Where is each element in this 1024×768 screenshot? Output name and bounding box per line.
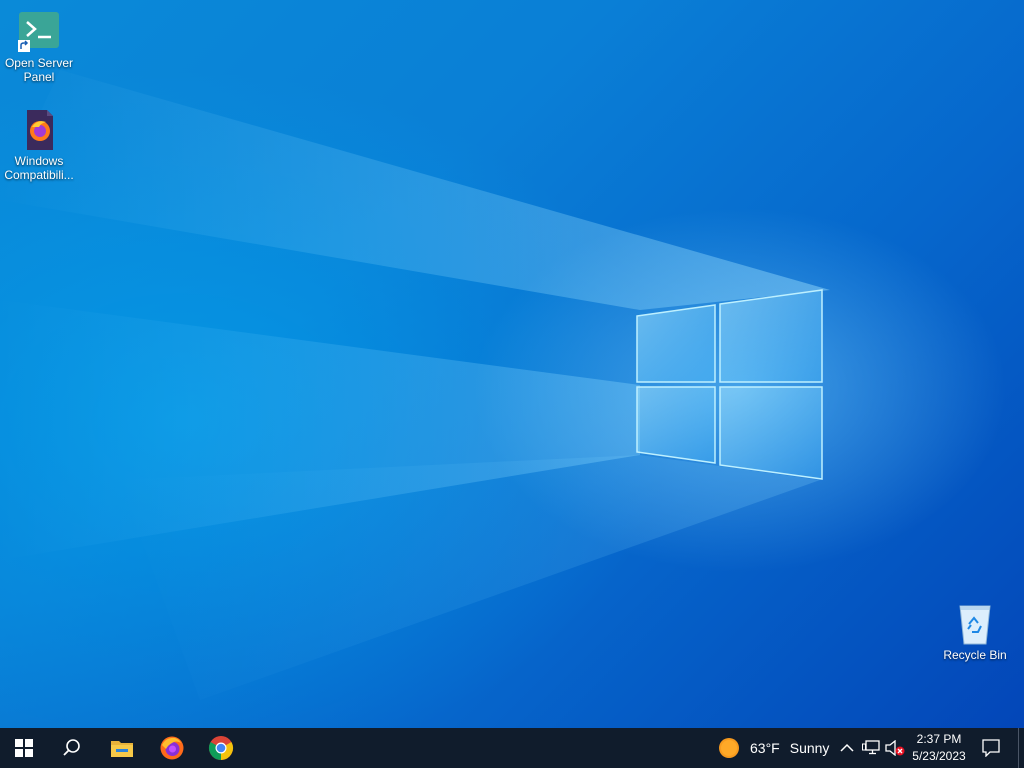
notification-icon <box>982 739 1000 757</box>
firefox-file-icon <box>15 108 63 152</box>
terminal-icon <box>15 10 63 54</box>
taskbar-file-explorer[interactable] <box>98 728 146 768</box>
network-button[interactable] <box>860 728 882 768</box>
windows-start-icon <box>15 739 33 757</box>
chevron-up-icon <box>840 743 854 752</box>
search-icon <box>63 739 80 756</box>
action-center-button[interactable] <box>976 728 1006 768</box>
desktop-icon-label: Recycle Bin <box>943 648 1007 662</box>
desktop-icon-label: Windows Compatibili... <box>4 154 74 182</box>
desktop-icon-windows-compatibility[interactable]: Windows Compatibili... <box>0 108 78 182</box>
weather-widget[interactable]: 63°F Sunny <box>712 728 832 768</box>
desktop[interactable]: Open Server Panel Windows Compatibili...… <box>0 0 1024 728</box>
volume-button[interactable] <box>884 728 906 768</box>
clock-time: 2:37 PM <box>916 732 962 746</box>
file-explorer-icon <box>111 741 133 757</box>
show-desktop-button[interactable] <box>1018 728 1024 768</box>
desktop-icon-open-server-panel[interactable]: Open Server Panel <box>0 10 78 84</box>
show-hidden-icons-button[interactable] <box>836 728 858 768</box>
start-button[interactable] <box>0 728 48 768</box>
sun-icon <box>719 738 739 758</box>
taskbar: 63°F Sunny 2:37 PM 5/23/2023 <box>0 728 1024 768</box>
weather-condition: Sunny <box>789 740 830 756</box>
clock-date: 5/23/2023 <box>912 749 966 763</box>
weather-temperature: 63°F <box>750 740 780 756</box>
firefox-icon <box>160 736 184 760</box>
desktop-icon-label: Open Server Panel <box>4 56 74 84</box>
taskbar-chrome[interactable] <box>197 728 245 768</box>
desktop-icon-recycle-bin[interactable]: Recycle Bin <box>936 602 1014 662</box>
system-clock[interactable]: 2:37 PM 5/23/2023 <box>906 731 972 765</box>
search-button[interactable] <box>48 728 96 768</box>
recycle-bin-icon <box>951 602 999 646</box>
network-icon <box>862 740 880 755</box>
wallpaper-windows-logo <box>636 289 823 480</box>
taskbar-firefox[interactable] <box>148 728 196 768</box>
chrome-icon <box>208 736 234 760</box>
volume-muted-icon <box>885 740 905 756</box>
